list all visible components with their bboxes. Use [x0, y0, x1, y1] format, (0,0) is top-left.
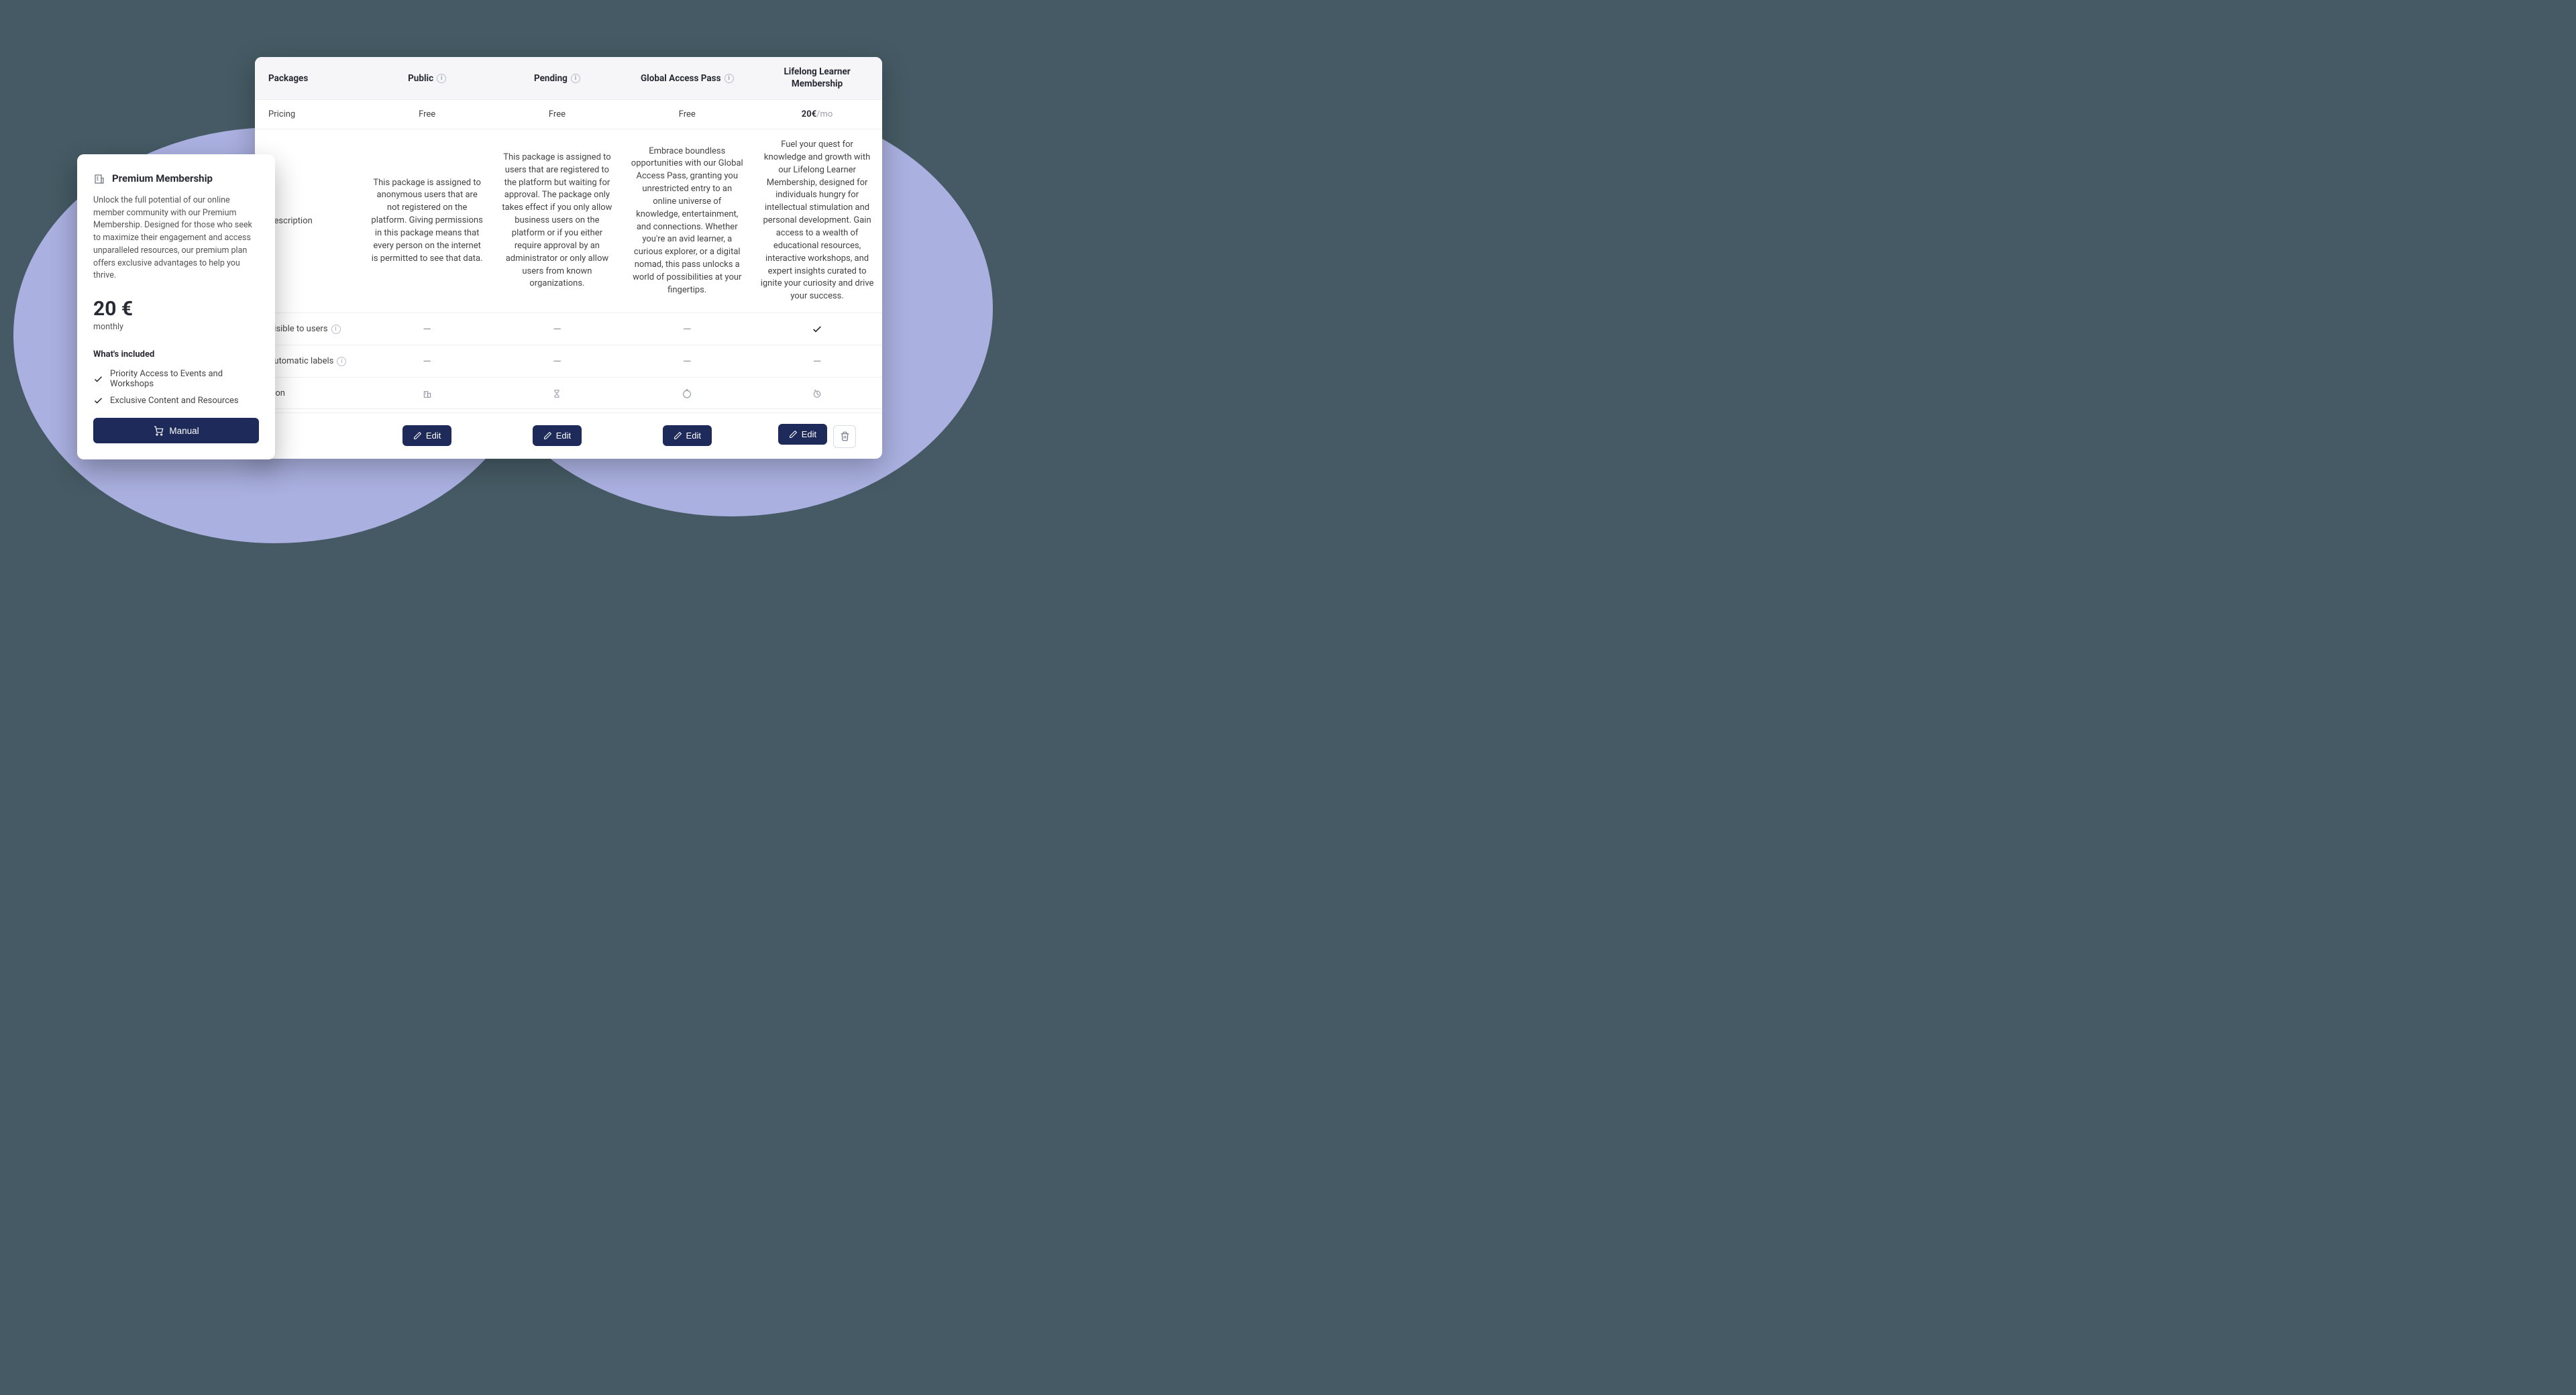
info-icon[interactable]: i: [571, 74, 580, 83]
edit-button-lifelong[interactable]: Edit: [778, 424, 827, 445]
cart-icon: [153, 425, 164, 436]
feature-item: Priority Access to Events and Workshops: [93, 369, 259, 389]
pricing-global: Free: [622, 100, 752, 129]
pricing-row: Pricing Free Free Free 20€/mo: [255, 100, 882, 129]
al-global: —: [622, 345, 752, 378]
check-icon: [93, 374, 103, 384]
pricing-lifelong: 20€/mo: [752, 100, 882, 129]
row-label-pricing: Pricing: [255, 100, 362, 129]
premium-title: Premium Membership: [112, 172, 213, 184]
check-icon: [812, 324, 822, 334]
visible-row: Visible to usersi — — —: [255, 313, 882, 345]
globe-icon: [682, 387, 692, 399]
included-heading: What's included: [93, 349, 259, 359]
autolabels-row: Automatic labelsi — — — —: [255, 345, 882, 378]
icon-pending: [492, 378, 623, 409]
dash-icon: —: [423, 355, 431, 368]
desc-global: Embrace boundless opportunities with our…: [622, 129, 752, 313]
dash-icon: —: [683, 323, 692, 335]
visible-global: —: [622, 313, 752, 345]
premium-description: Unlock the full potential of our online …: [93, 194, 259, 282]
info-icon[interactable]: i: [437, 74, 446, 83]
pencil-icon: [789, 430, 798, 439]
desc-pending: This package is assigned to users that a…: [492, 129, 623, 313]
edit-button-global[interactable]: Edit: [663, 425, 712, 446]
header-pending: Pendingi: [492, 57, 623, 100]
desc-public: This package is assigned to anonymous us…: [362, 129, 492, 313]
pricing-public: Free: [362, 100, 492, 129]
header-public: Publici: [362, 57, 492, 100]
pencil-icon: [674, 431, 682, 440]
header-packages: Packages: [255, 57, 362, 100]
info-icon[interactable]: i: [331, 325, 341, 334]
delete-button-lifelong[interactable]: [833, 425, 856, 448]
pricing-pending: Free: [492, 100, 623, 129]
membership-icon: [93, 172, 105, 185]
packages-table-card: Packages Publici Pendingi Global Access …: [255, 57, 882, 459]
edit-button-pending[interactable]: Edit: [533, 425, 582, 446]
visible-public: —: [362, 313, 492, 345]
al-pending: —: [492, 345, 623, 378]
learner-icon: [812, 387, 822, 399]
dash-icon: —: [553, 323, 561, 335]
icon-global: [622, 378, 752, 409]
hourglass-icon: [552, 387, 561, 399]
header-lifelong-learner: Lifelong Learner Membership: [752, 57, 882, 100]
table-header-row: Packages Publici Pendingi Global Access …: [255, 57, 882, 100]
building-icon: [422, 387, 433, 399]
icon-row: Icon: [255, 378, 882, 409]
actions-row: Edit Edit Edit: [255, 413, 882, 459]
desc-lifelong: Fuel your quest for knowledge and growth…: [752, 129, 882, 313]
header-global-access: Global Access Passi: [622, 57, 752, 100]
premium-membership-card: Premium Membership Unlock the full poten…: [77, 154, 275, 459]
description-row: Description This package is assigned to …: [255, 129, 882, 313]
dash-icon: —: [423, 323, 431, 335]
trash-icon: [840, 431, 850, 441]
feature-text: Exclusive Content and Resources: [110, 396, 239, 406]
premium-title-row: Premium Membership: [93, 172, 259, 185]
premium-period: monthly: [93, 322, 259, 332]
premium-price: 20 €: [93, 297, 259, 321]
al-public: —: [362, 345, 492, 378]
dash-icon: —: [553, 355, 561, 368]
feature-text: Priority Access to Events and Workshops: [110, 369, 259, 389]
visible-pending: —: [492, 313, 623, 345]
dash-icon: —: [683, 355, 692, 368]
edit-button-public[interactable]: Edit: [402, 425, 451, 446]
visible-lifelong: [752, 313, 882, 345]
packages-table: Packages Publici Pendingi Global Access …: [255, 57, 882, 459]
info-icon[interactable]: i: [724, 74, 734, 83]
al-lifelong: —: [752, 345, 882, 378]
check-icon: [93, 396, 103, 406]
pencil-icon: [543, 431, 552, 440]
dash-icon: —: [813, 355, 822, 368]
feature-item: Exclusive Content and Resources: [93, 396, 259, 406]
manual-button[interactable]: Manual: [93, 418, 259, 443]
icon-public: [362, 378, 492, 409]
pencil-icon: [413, 431, 422, 440]
info-icon[interactable]: i: [337, 357, 346, 366]
icon-lifelong: [752, 378, 882, 409]
